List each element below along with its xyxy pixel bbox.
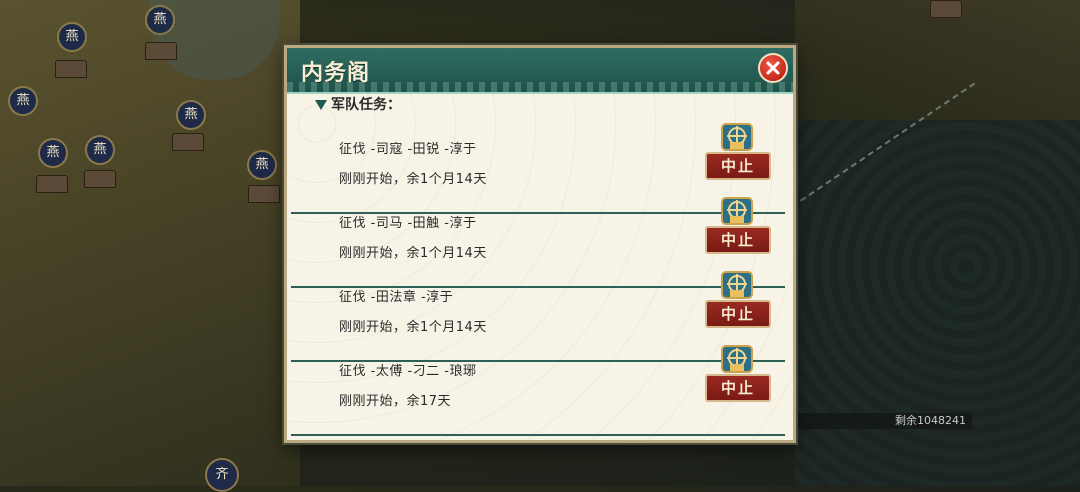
task-title: 征伐 -田法章 -淳于 — [339, 290, 454, 305]
expedition-badge-icon — [721, 197, 753, 225]
fort-icon[interactable] — [248, 185, 280, 203]
expedition-badge-icon — [721, 123, 753, 151]
close-button[interactable] — [758, 53, 788, 83]
task-status: 刚刚开始，余1个月14天 — [339, 320, 487, 335]
fort-icon[interactable] — [172, 133, 204, 151]
internal-affairs-dialog: 内务阁 军队任务： 征伐 -司寇 -田锐 -淳于 刚刚开始，余1个月14天 中止… — [284, 45, 796, 443]
city-marker[interactable]: 燕 — [38, 138, 68, 168]
abort-button[interactable]: 中止 — [705, 226, 771, 254]
task-row: 征伐 -太傅 -刁二 -琅琊 刚刚开始，余17天 中止 — [291, 345, 785, 436]
triangle-down-icon — [315, 100, 327, 110]
task-row: 征伐 -司寇 -田锐 -淳于 刚刚开始，余1个月14天 中止 — [291, 123, 785, 214]
dialog-header: 内务阁 — [287, 48, 793, 94]
task-title: 征伐 -太傅 -刁二 -琅琊 — [339, 364, 477, 379]
task-list[interactable]: 军队任务： 征伐 -司寇 -田锐 -淳于 刚刚开始，余1个月14天 中止 征伐 … — [287, 94, 793, 440]
abort-button[interactable]: 中止 — [705, 374, 771, 402]
fort-icon[interactable] — [55, 60, 87, 78]
close-icon — [766, 61, 780, 75]
city-marker[interactable]: 燕 — [85, 135, 115, 165]
expedition-badge-icon — [721, 345, 753, 373]
task-status: 刚刚开始，余1个月14天 — [339, 246, 487, 261]
fort-icon[interactable] — [145, 42, 177, 60]
section-header: 军队任务： — [315, 94, 401, 112]
task-title: 征伐 -司马 -田触 -淳于 — [339, 216, 477, 231]
abort-button[interactable]: 中止 — [705, 300, 771, 328]
fort-icon[interactable] — [36, 175, 68, 193]
city-marker[interactable]: 燕 — [247, 150, 277, 180]
city-marker[interactable]: 燕 — [8, 86, 38, 116]
task-status: 刚刚开始，余1个月14天 — [339, 172, 487, 187]
fort-icon[interactable] — [84, 170, 116, 188]
dialog-title: 内务阁 — [301, 61, 371, 86]
fort-icon[interactable] — [930, 0, 962, 18]
city-marker[interactable]: 燕 — [176, 100, 206, 130]
expedition-badge-icon — [721, 271, 753, 299]
task-status: 刚刚开始，余17天 — [339, 394, 452, 409]
task-row: 征伐 -司马 -田触 -淳于 刚刚开始，余1个月14天 中止 — [291, 197, 785, 288]
city-marker[interactable]: 燕 — [57, 22, 87, 52]
task-row: 征伐 -田法章 -淳于 刚刚开始，余1个月14天 中止 — [291, 271, 785, 362]
task-title: 征伐 -司寇 -田锐 -淳于 — [339, 142, 477, 157]
abort-button[interactable]: 中止 — [705, 152, 771, 180]
map-land-west — [0, 0, 300, 486]
city-marker-qi[interactable]: 齐 — [205, 458, 239, 492]
city-marker[interactable]: 燕 — [145, 5, 175, 35]
